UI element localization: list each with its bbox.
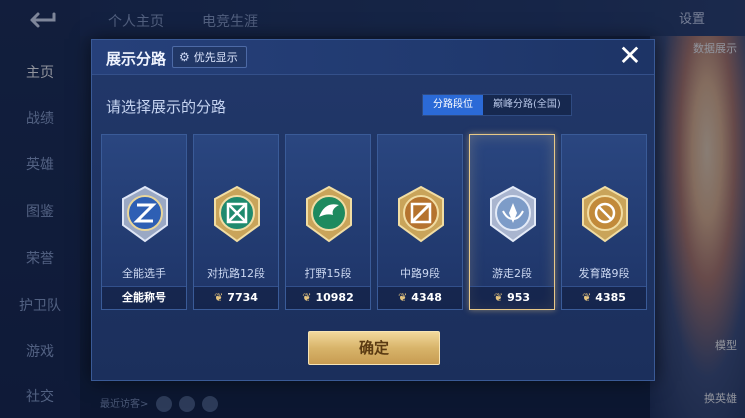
tab-peak-lane-national[interactable]: 巅峰分路(全国) [483, 95, 571, 115]
lane-points-foot: ❦ 953 [470, 286, 554, 309]
points-icon: ❦ [582, 291, 592, 304]
lane-points: 4385 [595, 291, 626, 304]
clash-lane-badge-icon [214, 185, 260, 243]
lane-points: 4348 [411, 291, 442, 304]
lane-mode-segmented-control: 分路段位 巅峰分路(全国) [422, 94, 572, 116]
mid-lane-badge-icon [398, 185, 444, 243]
lane-card-clash[interactable]: 对抗路12段 ❦ 7734 [193, 134, 279, 310]
lane-points-foot: ❦ 7734 [194, 286, 278, 309]
lane-points: 953 [507, 291, 531, 304]
lane-points: 7734 [227, 291, 258, 304]
farm-lane-badge-icon [582, 185, 628, 243]
close-button[interactable]: ✕ [616, 42, 644, 71]
dialog-header: 展示分路 ⚙ 优先显示 ✕ [92, 40, 654, 75]
display-lane-dialog: 展示分路 ⚙ 优先显示 ✕ 请选择展示的分路 分路段位 巅峰分路(全国) 全能选手… [91, 39, 655, 381]
lane-points: 全能称号 [122, 291, 166, 304]
dialog-title: 展示分路 [106, 50, 167, 68]
lane-title-foot: 全能称号 [102, 286, 186, 309]
lane-card-roam[interactable]: 游走2段 ❦ 953 [469, 134, 555, 310]
tab-lane-rank[interactable]: 分路段位 [423, 95, 483, 115]
lane-label: 对抗路12段 [207, 267, 265, 280]
lane-points-foot: ❦ 4348 [378, 286, 462, 309]
lane-label: 全能选手 [122, 267, 166, 280]
lane-points: 10982 [315, 291, 354, 304]
allround-badge-icon [122, 185, 168, 243]
points-icon: ❦ [493, 291, 504, 304]
priority-display-button[interactable]: ⚙ 优先显示 [172, 46, 247, 68]
jungle-badge-icon [306, 185, 352, 243]
points-icon: ❦ [398, 291, 408, 304]
lane-points-foot: ❦ 4385 [562, 286, 646, 309]
confirm-button[interactable]: 确定 [308, 331, 440, 365]
lane-label: 打野15段 [304, 267, 352, 280]
priority-display-label: 优先显示 [193, 51, 238, 64]
lane-card-allround[interactable]: 全能选手 全能称号 [101, 134, 187, 310]
lane-label: 游走2段 [492, 267, 532, 280]
lane-card-mid[interactable]: 中路9段 ❦ 4348 [377, 134, 463, 310]
lane-label: 中路9段 [400, 267, 440, 280]
lane-card-list: 全能选手 全能称号 对抗路12段 ❦ 7734 打野15段 ❦ 10982 中路… [101, 134, 647, 310]
points-icon: ❦ [214, 291, 224, 304]
dialog-subtitle: 请选择展示的分路 [106, 98, 227, 116]
lane-label: 发育路9段 [578, 267, 630, 280]
lane-points-foot: ❦ 10982 [286, 286, 370, 309]
gear-icon: ⚙ [179, 50, 190, 64]
lane-card-farm[interactable]: 发育路9段 ❦ 4385 [561, 134, 647, 310]
points-icon: ❦ [302, 291, 312, 304]
roam-badge-icon [490, 185, 536, 243]
lane-card-jungle[interactable]: 打野15段 ❦ 10982 [285, 134, 371, 310]
